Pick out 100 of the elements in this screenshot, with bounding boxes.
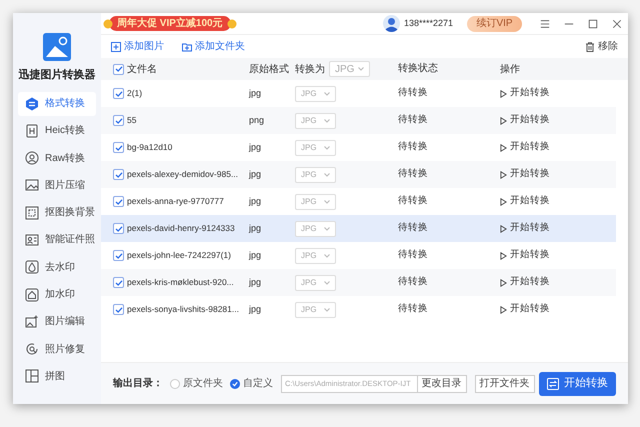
- add-image-button[interactable]: 添加图片: [111, 39, 164, 54]
- start-convert-link[interactable]: 开始转换: [500, 113, 550, 128]
- check-icon: [232, 380, 238, 386]
- check-icon: [114, 90, 122, 98]
- coin-icon: [103, 18, 113, 28]
- file-name: pexels-alexey-demidov-985...: [127, 169, 238, 180]
- sidebar-item[interactable]: 加水印: [18, 282, 96, 307]
- sidebar-item[interactable]: 拼图: [18, 364, 96, 388]
- checkbox[interactable]: [113, 169, 124, 180]
- file-name: 55: [127, 115, 136, 126]
- start-convert-link[interactable]: 开始转换: [500, 248, 550, 263]
- checkbox[interactable]: [113, 64, 124, 74]
- play-icon: [500, 170, 507, 178]
- change-folder-button[interactable]: 更改目录: [416, 374, 467, 392]
- chevron-icon: [324, 146, 330, 150]
- trash-icon: [585, 42, 595, 52]
- checkbox[interactable]: [113, 277, 124, 288]
- play-icon: [500, 144, 507, 152]
- sidebar-item[interactable]: Raw转换: [18, 146, 96, 170]
- check-icon: [114, 144, 122, 152]
- collage-icon: [25, 369, 39, 384]
- table-row[interactable]: pexels-kris-møklebust-920... jpg JPG 待转换 开始转换: [101, 269, 616, 296]
- file-format: jpg: [249, 250, 262, 260]
- start-convert-link[interactable]: 开始转换: [500, 275, 550, 290]
- checkbox[interactable]: [113, 196, 124, 207]
- checkbox[interactable]: [113, 88, 124, 99]
- swap-icon: [25, 96, 39, 110]
- play-icon: [500, 278, 507, 286]
- sidebar-item[interactable]: 智能证件照: [18, 228, 96, 252]
- vip-button[interactable]: 续订VIP: [467, 16, 522, 32]
- radio-option[interactable]: 自定义: [230, 376, 273, 391]
- output-label: 输出目录：: [113, 376, 163, 391]
- check-icon: [114, 278, 122, 286]
- table-row[interactable]: pexels-alexey-demidov-985... jpg JPG 待转换 开始转换: [101, 161, 616, 188]
- chevron-icon: [324, 254, 330, 258]
- table-row[interactable]: pexels-anna-rye-9770777 jpg JPG 待转换 开始转换: [101, 188, 616, 215]
- table-row[interactable]: pexels-david-henry-9124333 jpg JPG 待转换 开始转换: [101, 215, 616, 242]
- checkbox[interactable]: [113, 142, 124, 153]
- table-row[interactable]: 2(1) jpg JPG 待转换 开始转换: [101, 80, 616, 107]
- file-format: jpg: [249, 196, 262, 206]
- restore-icon: [25, 342, 39, 356]
- start-convert-link[interactable]: 开始转换: [500, 140, 550, 155]
- avatar-icon[interactable]: [382, 15, 400, 32]
- column-header: 转换状态: [398, 63, 438, 74]
- file-name: pexels-anna-rye-9770777: [127, 196, 224, 206]
- start-convert-link[interactable]: 开始转换: [500, 194, 550, 209]
- table-row[interactable]: pexels-john-lee-7242297(1) jpg JPG 待转换 开始转换: [101, 242, 616, 269]
- table-row[interactable]: 55 png JPG 待转换 开始转换: [101, 107, 616, 134]
- start-convert-link[interactable]: 开始转换: [500, 221, 550, 236]
- add-folder-button[interactable]: 添加文件夹: [182, 39, 245, 54]
- status-text: 待转换: [398, 249, 428, 260]
- play-icon: [500, 224, 507, 232]
- table-row[interactable]: pexels-sonya-livshits-98281... jpg JPG 待转换 开始转换: [101, 296, 616, 323]
- file-name: bg-9a12d10: [127, 142, 172, 152]
- sidebar-item[interactable]: 照片修复: [18, 337, 96, 362]
- status-text: 待转换: [398, 303, 428, 314]
- sidebar-item[interactable]: 格式转换: [18, 92, 96, 116]
- app-name: 迅捷图片转换器: [18, 68, 96, 83]
- check-icon: [114, 224, 122, 232]
- sidebar-item[interactable]: 图片压缩: [18, 173, 96, 198]
- start-convert-button[interactable]: 开始转换: [538, 372, 616, 396]
- checkbox[interactable]: [113, 304, 124, 315]
- start-convert-link[interactable]: 开始转换: [500, 167, 550, 182]
- cutout-icon: [25, 206, 39, 220]
- check-icon: [114, 65, 122, 73]
- sidebar-item[interactable]: 去水印: [18, 255, 96, 280]
- chevron-icon: [324, 118, 330, 122]
- close-icon[interactable]: [612, 18, 622, 28]
- column-header: 原始格式: [249, 64, 289, 74]
- remove-button[interactable]: 移除: [585, 39, 618, 54]
- home-icon: [25, 288, 39, 302]
- table-row[interactable]: bg-9a12d10 jpg JPG 待转换 开始转换: [101, 134, 616, 161]
- sidebar-item[interactable]: 抠图换背景: [18, 200, 96, 225]
- file-format: jpg: [249, 304, 262, 314]
- image-icon: [25, 178, 39, 192]
- sidebar-item[interactable]: 图片编辑: [18, 310, 96, 334]
- check-icon: [114, 170, 122, 178]
- status-text: 待转换: [398, 195, 428, 206]
- radio-option[interactable]: 原文件夹: [170, 376, 223, 391]
- checkbox[interactable]: [113, 250, 124, 261]
- file-name: pexels-john-lee-7242297(1): [127, 250, 231, 260]
- play-icon: [500, 90, 507, 98]
- menu-icon[interactable]: [540, 18, 550, 28]
- checkbox[interactable]: [113, 115, 124, 126]
- file-format: jpg: [249, 222, 262, 233]
- start-convert-link[interactable]: 开始转换: [500, 86, 550, 101]
- maximize-icon[interactable]: [588, 18, 598, 28]
- check-icon: [114, 306, 122, 314]
- start-convert-link[interactable]: 开始转换: [500, 302, 550, 317]
- file-name: pexels-david-henry-9124333: [127, 223, 235, 234]
- chevron-icon: [324, 172, 330, 176]
- checkbox[interactable]: [113, 223, 124, 234]
- user-phone: 138****2271: [404, 16, 453, 30]
- sidebar-item[interactable]: Heic转换: [18, 118, 96, 143]
- column-header: 转换为: [295, 62, 325, 76]
- file-name: pexels-sonya-livshits-98281...: [127, 304, 239, 314]
- chevron-icon: [324, 200, 330, 204]
- chevron-icon: [324, 92, 330, 96]
- open-folder-button[interactable]: 打开文件夹: [474, 374, 535, 392]
- chevron-icon: [324, 226, 330, 230]
